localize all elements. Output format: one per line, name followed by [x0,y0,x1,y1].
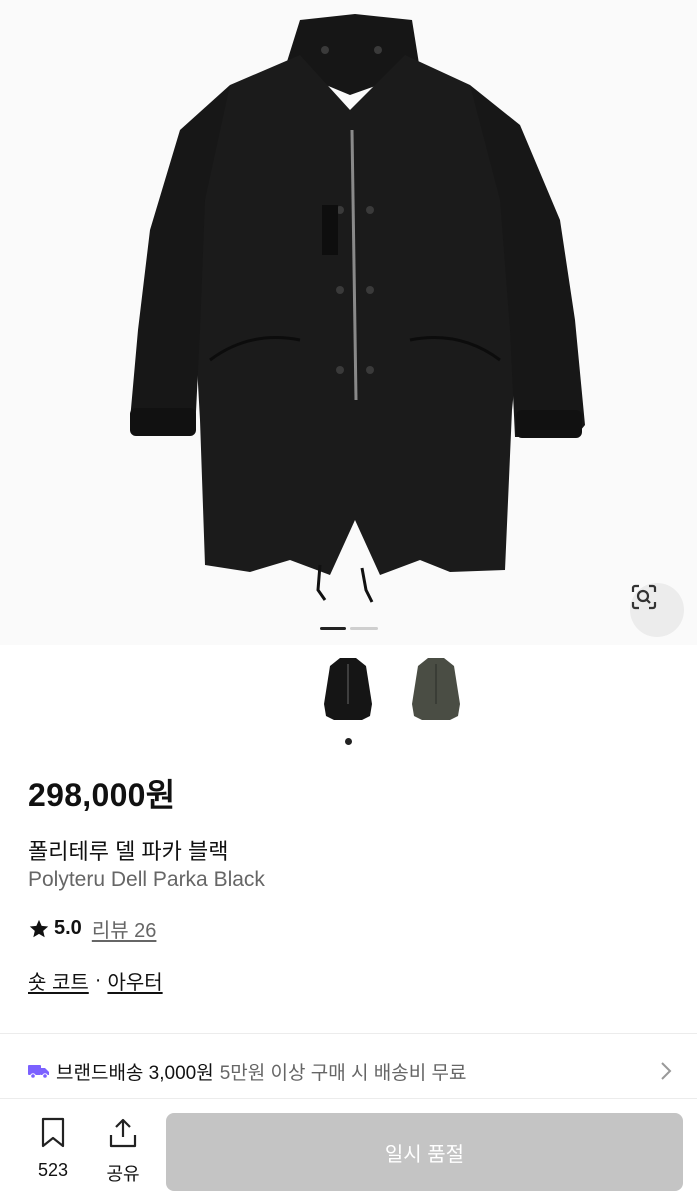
category-link-short-coat[interactable]: 숏 코트 [28,966,89,995]
shipping-fee-label: 브랜드배송 3,000원 [56,1062,214,1084]
star-icon [29,919,49,937]
image-search-button[interactable] [630,583,684,637]
review-count-link[interactable]: 리뷰 26 [92,914,157,943]
product-price: 298,000원 [28,777,176,813]
carousel-indicator [350,627,378,630]
rating-row: 5.0 리뷰 26 [28,914,156,943]
thumbnail-black[interactable] [320,654,376,730]
category-breadcrumb: 숏 코트 · 아우터 [28,966,163,995]
truck-icon [28,1065,49,1079]
category-separator: · [94,969,102,991]
product-name-english: Polyteru Dell Parka Black [28,868,265,891]
wishlist-count: 523 [37,1160,69,1180]
shipping-info-row[interactable]: 브랜드배송 3,000원 5만원 이상 구매 시 배송비 무료 [28,1056,673,1086]
camera-search-icon [631,584,657,610]
divider [0,1033,697,1034]
chevron-right-icon [661,1062,672,1080]
bookmark-icon [41,1117,65,1148]
sold-out-button[interactable]: 일시 품절 [166,1113,683,1191]
share-button[interactable]: 공유 [98,1117,148,1186]
category-link-outer[interactable]: 아우터 [107,966,162,995]
share-icon [109,1118,137,1148]
product-name-korean: 폴리테루 델 파카 블랙 [28,839,229,864]
jacket-photo [130,14,585,603]
product-image[interactable] [0,0,697,645]
wishlist-button[interactable]: 523 [28,1117,78,1181]
bottom-action-bar: 523 공유 일시 품절 [0,1098,697,1200]
thumbnail-olive[interactable] [408,654,464,730]
shipping-free-note: 5만원 이상 구매 시 배송비 무료 [219,1062,467,1084]
rating-score: 5.0 [54,917,82,939]
share-label: 공유 [106,1164,140,1184]
thumbnail-selected-dot [345,738,352,745]
carousel-indicator-active [320,627,346,630]
